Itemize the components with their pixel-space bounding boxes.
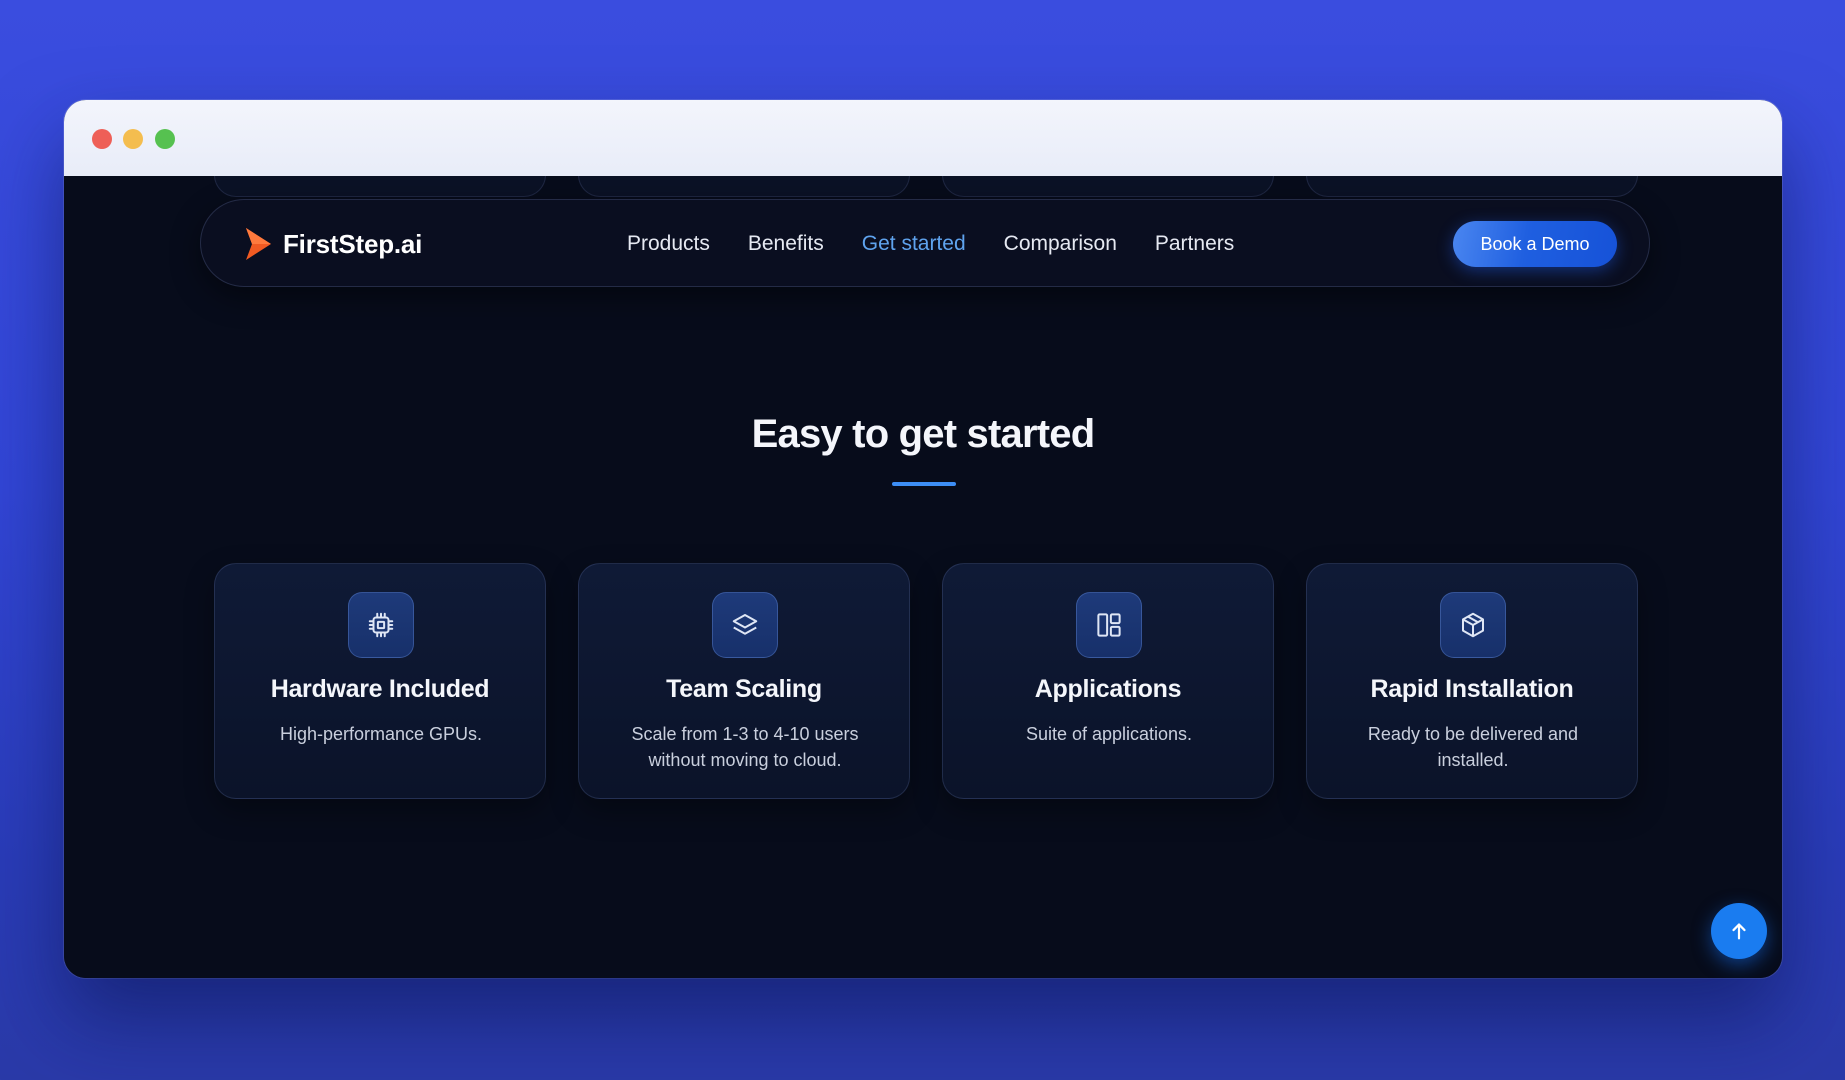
card-icon-wrapper	[1076, 592, 1142, 658]
feature-card-team-scaling: Team Scaling Scale from 1-3 to 4-10 user…	[578, 563, 910, 799]
layout-panels-icon	[1097, 613, 1121, 637]
card-icon-wrapper	[712, 592, 778, 658]
cpu-chip-icon	[368, 612, 394, 638]
feature-card-rapid-installation: Rapid Installation Ready to be delivered…	[1306, 563, 1638, 799]
title-underline	[892, 482, 956, 486]
feature-card-applications: Applications Suite of applications.	[942, 563, 1274, 799]
nav-link-comparison[interactable]: Comparison	[1004, 230, 1117, 258]
card-description: High-performance GPUs.	[279, 724, 483, 744]
scrolled-card-edge	[214, 176, 546, 197]
card-description: Ready to be delivered and installed.	[1367, 724, 1579, 770]
nav-link-get-started[interactable]: Get started	[862, 230, 966, 258]
maximize-window-button[interactable]	[155, 129, 175, 149]
card-icon-wrapper	[1440, 592, 1506, 658]
window-titlebar	[64, 100, 1782, 176]
card-title: Team Scaling	[666, 675, 822, 703]
scrolled-card-edge	[942, 176, 1274, 197]
layers-icon	[732, 614, 758, 635]
nav-link-products[interactable]: Products	[627, 230, 710, 258]
card-title: Applications	[1034, 675, 1182, 703]
card-icon-wrapper	[348, 592, 414, 658]
scrolled-card-edge	[578, 176, 910, 197]
arrow-play-icon	[246, 228, 271, 260]
section-title: Easy to get started	[751, 412, 1096, 456]
page-viewport: FirstStep.ai Products Benefits Get start…	[64, 176, 1782, 978]
nav-links: Products Benefits Get started Comparison…	[627, 230, 1272, 258]
feature-card-hardware: Hardware Included High-performance GPUs.	[214, 563, 546, 799]
brand-logo-link[interactable]: FirstStep.ai	[243, 226, 422, 262]
browser-window: FirstStep.ai Products Benefits Get start…	[64, 100, 1782, 978]
nav-link-benefits[interactable]: Benefits	[748, 230, 824, 258]
scrolled-card-edge	[1306, 176, 1638, 197]
package-box-icon	[1462, 612, 1484, 638]
close-window-button[interactable]	[92, 129, 112, 149]
arrow-up-icon	[1732, 923, 1746, 940]
nav-link-partners[interactable]: Partners	[1155, 230, 1234, 258]
card-title: Rapid Installation	[1370, 675, 1574, 703]
minimize-window-button[interactable]	[123, 129, 143, 149]
top-navbar: FirstStep.ai Products Benefits Get start…	[200, 199, 1650, 287]
book-demo-button[interactable]: Book a Demo	[1453, 221, 1617, 267]
brand-name: FirstStep.ai	[283, 228, 423, 259]
card-description: Scale from 1-3 to 4-10 users without mov…	[631, 724, 859, 770]
card-description: Suite of applications.	[1025, 724, 1193, 744]
card-title: Hardware Included	[270, 675, 490, 703]
scroll-to-top-button[interactable]	[1711, 903, 1767, 959]
